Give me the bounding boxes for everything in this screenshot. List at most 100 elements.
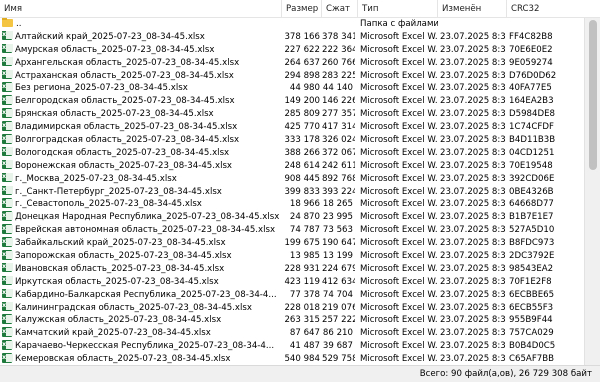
excel-file-icon <box>2 211 13 221</box>
file-row[interactable]: Без региона_2025-07-23_08-34-45.xlsx 44 9… <box>0 82 584 95</box>
file-packed-size: 393 224 <box>322 186 355 197</box>
file-row[interactable]: Донецкая Народная Республика_2025-07-23_… <box>0 211 584 224</box>
file-packed-size: 326 024 <box>322 135 355 146</box>
file-type: Microsoft Excel W... <box>360 160 438 171</box>
file-crc: D76D0D62 <box>509 70 557 81</box>
scrollbar-thumb[interactable] <box>589 20 597 170</box>
file-size: 149 200 <box>284 96 320 107</box>
file-size: 263 315 <box>284 315 320 326</box>
file-type: Microsoft Excel W... <box>360 135 438 146</box>
file-crc: B1B7E1E7 <box>509 212 554 223</box>
file-name: Камчатский край_2025-07-23_08-34-45.xlsx <box>15 328 211 339</box>
file-crc: 6ECB55F3 <box>509 302 554 313</box>
file-size: 228 018 <box>284 302 320 313</box>
file-row[interactable]: Алтайский край_2025-07-23_08-34-45.xlsx 3… <box>0 30 584 44</box>
excel-file-icon <box>2 340 13 350</box>
file-name: Калининградская область_2025-07-23_08-34… <box>15 302 252 313</box>
vertical-scrollbar[interactable] <box>584 18 600 365</box>
file-name: Кемеровская область_2025-07-23_08-34-45.… <box>15 354 231 365</box>
file-modified: 23.07.2025 8:34 <box>440 199 505 210</box>
file-row[interactable]: Иркутская область_2025-07-23_08-34-45.xl… <box>0 275 584 289</box>
file-packed-size: 44 140 <box>322 83 353 94</box>
file-row[interactable]: г._Санкт-Петербург_2025-07-23_08-34-45.x… <box>0 185 584 199</box>
file-row[interactable]: г._Москва_2025-07-23_08-34-45.xlsx 908 44… <box>0 172 584 186</box>
file-packed-size: 222 364 <box>322 44 355 55</box>
file-row[interactable]: Белгородская область_2025-07-23_08-34-45… <box>0 95 584 108</box>
file-row[interactable]: Амурская область_2025-07-23_08-34-45.xls… <box>0 43 584 57</box>
file-type: Microsoft Excel W... <box>360 328 438 339</box>
file-row[interactable]: г._Севастополь_2025-07-23_08-34-45.xlsx 1… <box>0 198 584 211</box>
file-type: Microsoft Excel W... <box>360 44 438 55</box>
file-row[interactable]: Запорожская область_2025-07-23_08-34-45.… <box>0 250 584 263</box>
file-row[interactable]: Камчатский край_2025-07-23_08-34-45.xlsx… <box>0 327 584 340</box>
file-row[interactable]: Владимирская область_2025-07-23_08-34-45… <box>0 121 584 134</box>
file-modified: 23.07.2025 8:34 <box>440 186 505 197</box>
file-modified: 23.07.2025 8:34 <box>440 276 505 287</box>
column-header-type[interactable]: Тип <box>358 0 438 18</box>
file-name: Кабардино-Балкарская Республика_2025-07-… <box>15 289 277 300</box>
file-packed-size: 23 995 <box>322 212 353 223</box>
file-name: Владимирская область_2025-07-23_08-34-45… <box>15 122 238 133</box>
file-name: Воронежская область_2025-07-23_08-34-45.… <box>15 160 233 171</box>
file-modified: 23.07.2025 8:34 <box>440 57 505 68</box>
file-crc: 64668D77 <box>509 199 554 210</box>
file-packed-size: 73 563 <box>322 225 353 236</box>
excel-file-icon <box>2 224 13 234</box>
file-row[interactable]: Брянская область_2025-07-23_08-34-45.xls… <box>0 108 584 121</box>
file-crc: 1C74CFDF <box>509 122 554 133</box>
excel-file-icon <box>2 262 13 273</box>
file-row[interactable]: Кабардино-Балкарская Республика_2025-07-… <box>0 288 584 302</box>
file-row[interactable]: Астраханская область_2025-07-23_08-34-45… <box>0 69 584 83</box>
file-name: Калужская область_2025-07-23_08-34-45.xl… <box>15 315 222 326</box>
excel-file-icon <box>2 56 13 67</box>
file-row[interactable]: Архангельская область_2025-07-23_08-34-4… <box>0 56 584 70</box>
column-header-modified[interactable]: Изменён <box>438 0 507 18</box>
column-header-crc[interactable]: CRC32 <box>507 0 600 18</box>
file-size: 399 833 <box>284 186 320 197</box>
file-packed-size: 412 634 <box>322 276 355 287</box>
parent-folder-row[interactable]: .. Папка с файлами <box>0 18 584 31</box>
file-crc: 70F1E2F8 <box>509 276 552 287</box>
file-row[interactable]: Волгоградская область_2025-07-23_08-34-4… <box>0 134 584 147</box>
column-header-size[interactable]: Размер <box>282 0 322 18</box>
file-row[interactable]: Калужская область_2025-07-23_08-34-45.xl… <box>0 314 584 327</box>
excel-file-icon <box>2 314 13 324</box>
column-header-packed[interactable]: Сжат <box>322 0 358 18</box>
file-crc: 6ECBBE65 <box>509 289 555 300</box>
file-row[interactable]: Кемеровская область_2025-07-23_08-34-45.… <box>0 353 584 365</box>
excel-file-icon <box>2 159 13 170</box>
file-name: Архангельская область_2025-07-23_08-34-4… <box>15 57 240 68</box>
file-name: г._Москва_2025-07-23_08-34-45.xlsx <box>15 173 177 184</box>
parent-folder-label: .. <box>16 19 22 29</box>
excel-file-icon <box>2 121 13 131</box>
file-packed-size: 74 704 <box>322 289 353 300</box>
column-header-name[interactable]: Имя <box>0 0 282 18</box>
file-row[interactable]: Воронежская область_2025-07-23_08-34-45.… <box>0 159 584 173</box>
file-crc: 392CD06E <box>509 173 555 184</box>
file-type: Microsoft Excel W... <box>360 96 438 107</box>
file-list: .. Папка с файлами Алтайский край_2025-0… <box>0 18 584 365</box>
file-modified: 23.07.2025 8:34 <box>440 109 505 120</box>
file-name: Иркутская область_2025-07-23_08-34-45.xl… <box>15 276 219 287</box>
excel-file-icon <box>2 30 13 41</box>
file-packed-size: 529 758 <box>322 354 355 365</box>
file-row[interactable]: Карачаево-Черкесская Республика_2025-07-… <box>0 340 584 353</box>
file-row[interactable]: Вологодская область_2025-07-23_08-34-45.… <box>0 146 584 160</box>
file-row[interactable]: Еврейская автономная область_2025-07-23_… <box>0 224 584 237</box>
file-type: Microsoft Excel W... <box>360 289 438 300</box>
file-row[interactable]: Забайкальский край_2025-07-23_08-34-45.x… <box>0 237 584 250</box>
file-row[interactable]: Ивановская область_2025-07-23_08-34-45.x… <box>0 262 584 276</box>
file-row[interactable]: Калининградская область_2025-07-23_08-34… <box>0 301 584 315</box>
file-modified: 23.07.2025 8:34 <box>440 315 505 326</box>
file-name: Еврейская автономная область_2025-07-23_… <box>15 225 276 236</box>
file-crc: 9E059274 <box>509 57 553 68</box>
file-crc: 955B9F44 <box>509 315 553 326</box>
file-modified: 23.07.2025 8:34 <box>440 263 505 274</box>
file-type: Microsoft Excel W... <box>360 238 438 249</box>
file-type: Microsoft Excel W... <box>360 225 438 236</box>
status-text: Всего: 90 файл(а,ов), 26 729 308 байт <box>419 369 592 379</box>
excel-file-icon <box>2 275 13 286</box>
file-modified: 23.07.2025 8:34 <box>440 341 505 352</box>
file-type: Microsoft Excel W... <box>360 147 438 158</box>
excel-file-icon <box>2 198 13 208</box>
